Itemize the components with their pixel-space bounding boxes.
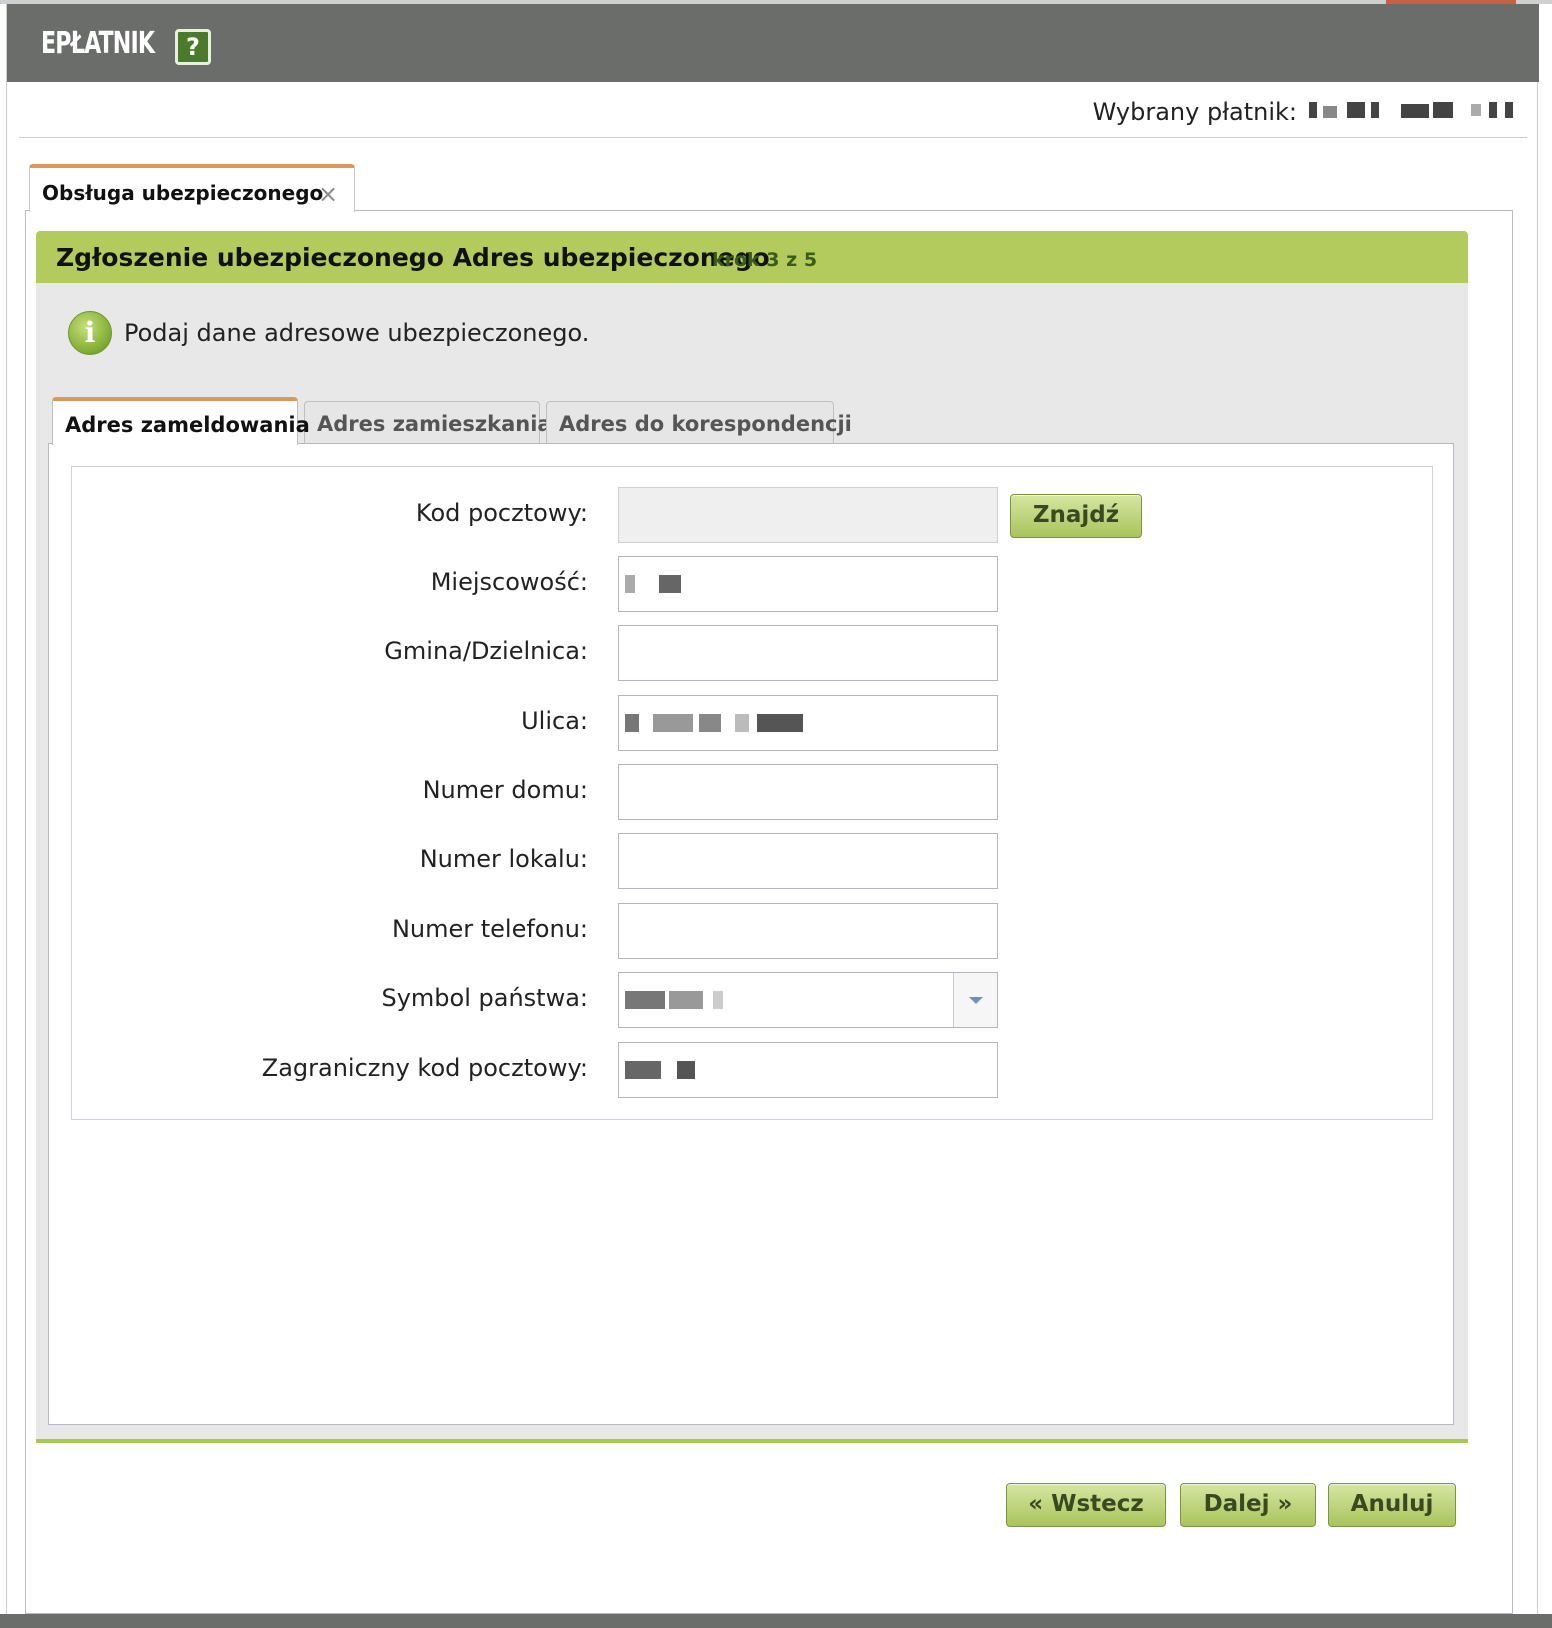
title-bar: EPŁATNIK ? [7, 4, 1539, 82]
tab-adres-zamieszkania[interactable]: Adres zamieszkania [304, 401, 552, 445]
foreign-postal-code-input[interactable] [618, 1042, 998, 1098]
house-number-label: Numer domu: [422, 776, 588, 804]
row-district: Gmina/Dzielnica: [72, 625, 1434, 681]
row-city: Miejscowość: [72, 556, 1434, 612]
address-panel: Kod pocztowy: Znajdź Miejscowość: Gmina/… [48, 443, 1454, 1425]
row-foreign-postal-code: Zagraniczny kod pocztowy: [72, 1042, 1434, 1098]
payer-label: Wybrany płatnik: [1092, 98, 1297, 126]
payer-value-redacted [1309, 100, 1519, 122]
chevron-down-icon[interactable] [953, 973, 997, 1027]
tab-label: Obsługa ubezpieczonego [42, 181, 324, 205]
row-country-symbol: Symbol państwa: [72, 972, 1434, 1028]
next-button[interactable]: Dalej » [1180, 1483, 1316, 1527]
step-body: i Podaj dane adresowe ubezpieczonego. Ad… [36, 283, 1468, 1443]
tab-obsluga-ubezpieczonego[interactable]: Obsługa ubezpieczonego × [29, 164, 355, 212]
info-icon: i [68, 311, 112, 355]
row-postal-code: Kod pocztowy: Znajdź [72, 487, 1434, 543]
cancel-button[interactable]: Anuluj [1328, 1483, 1456, 1527]
bottom-strip [0, 1614, 1552, 1628]
postal-code-input[interactable] [618, 487, 998, 543]
country-symbol-select[interactable] [618, 972, 998, 1028]
apartment-number-label: Numer lokalu: [419, 845, 588, 873]
district-label: Gmina/Dzielnica: [384, 637, 588, 665]
step-counter: krok 3 z 5 [712, 249, 818, 271]
phone-label: Numer telefonu: [391, 915, 588, 943]
step-header: Zgłoszenie ubezpieczonego Adres ubezpiec… [36, 231, 1468, 283]
row-street: Ulica: [72, 695, 1434, 751]
phone-input[interactable] [618, 903, 998, 959]
step-bottom-line [36, 1439, 1468, 1443]
find-button[interactable]: Znajdź [1010, 494, 1142, 538]
info-message: Podaj dane adresowe ubezpieczonego. [124, 319, 590, 347]
apartment-number-input[interactable] [618, 833, 998, 889]
street-input[interactable] [618, 695, 998, 751]
main-panel: Zgłoszenie ubezpieczonego Adres ubezpiec… [25, 210, 1513, 1614]
app-window: EPŁATNIK ? Wybrany płatnik: Obsługa ubez… [6, 4, 1539, 1628]
district-input[interactable] [618, 625, 998, 681]
country-symbol-label: Symbol państwa: [381, 984, 588, 1012]
house-number-input[interactable] [618, 764, 998, 820]
close-icon[interactable]: × [318, 180, 338, 208]
back-button[interactable]: « Wstecz [1006, 1483, 1166, 1527]
foreign-postal-code-label: Zagraniczny kod pocztowy: [261, 1054, 588, 1082]
row-phone: Numer telefonu: [72, 903, 1434, 959]
street-label: Ulica: [521, 707, 588, 735]
step-title: Zgłoszenie ubezpieczonego Adres ubezpiec… [56, 243, 770, 272]
row-house-number: Numer domu: [72, 764, 1434, 820]
help-icon[interactable]: ? [175, 29, 211, 65]
address-form: Kod pocztowy: Znajdź Miejscowość: Gmina/… [71, 466, 1433, 1120]
city-input[interactable] [618, 556, 998, 612]
row-apartment-number: Numer lokalu: [72, 833, 1434, 889]
tab-adres-zameldowania[interactable]: Adres zameldowania [52, 397, 310, 445]
city-label: Miejscowość: [430, 568, 588, 596]
payer-row: Wybrany płatnik: [19, 82, 1527, 138]
tab-adres-do-korespondencji[interactable]: Adres do korespondencji [546, 401, 852, 445]
app-title: EPŁATNIK [41, 26, 155, 61]
postal-code-label: Kod pocztowy: [415, 499, 588, 527]
